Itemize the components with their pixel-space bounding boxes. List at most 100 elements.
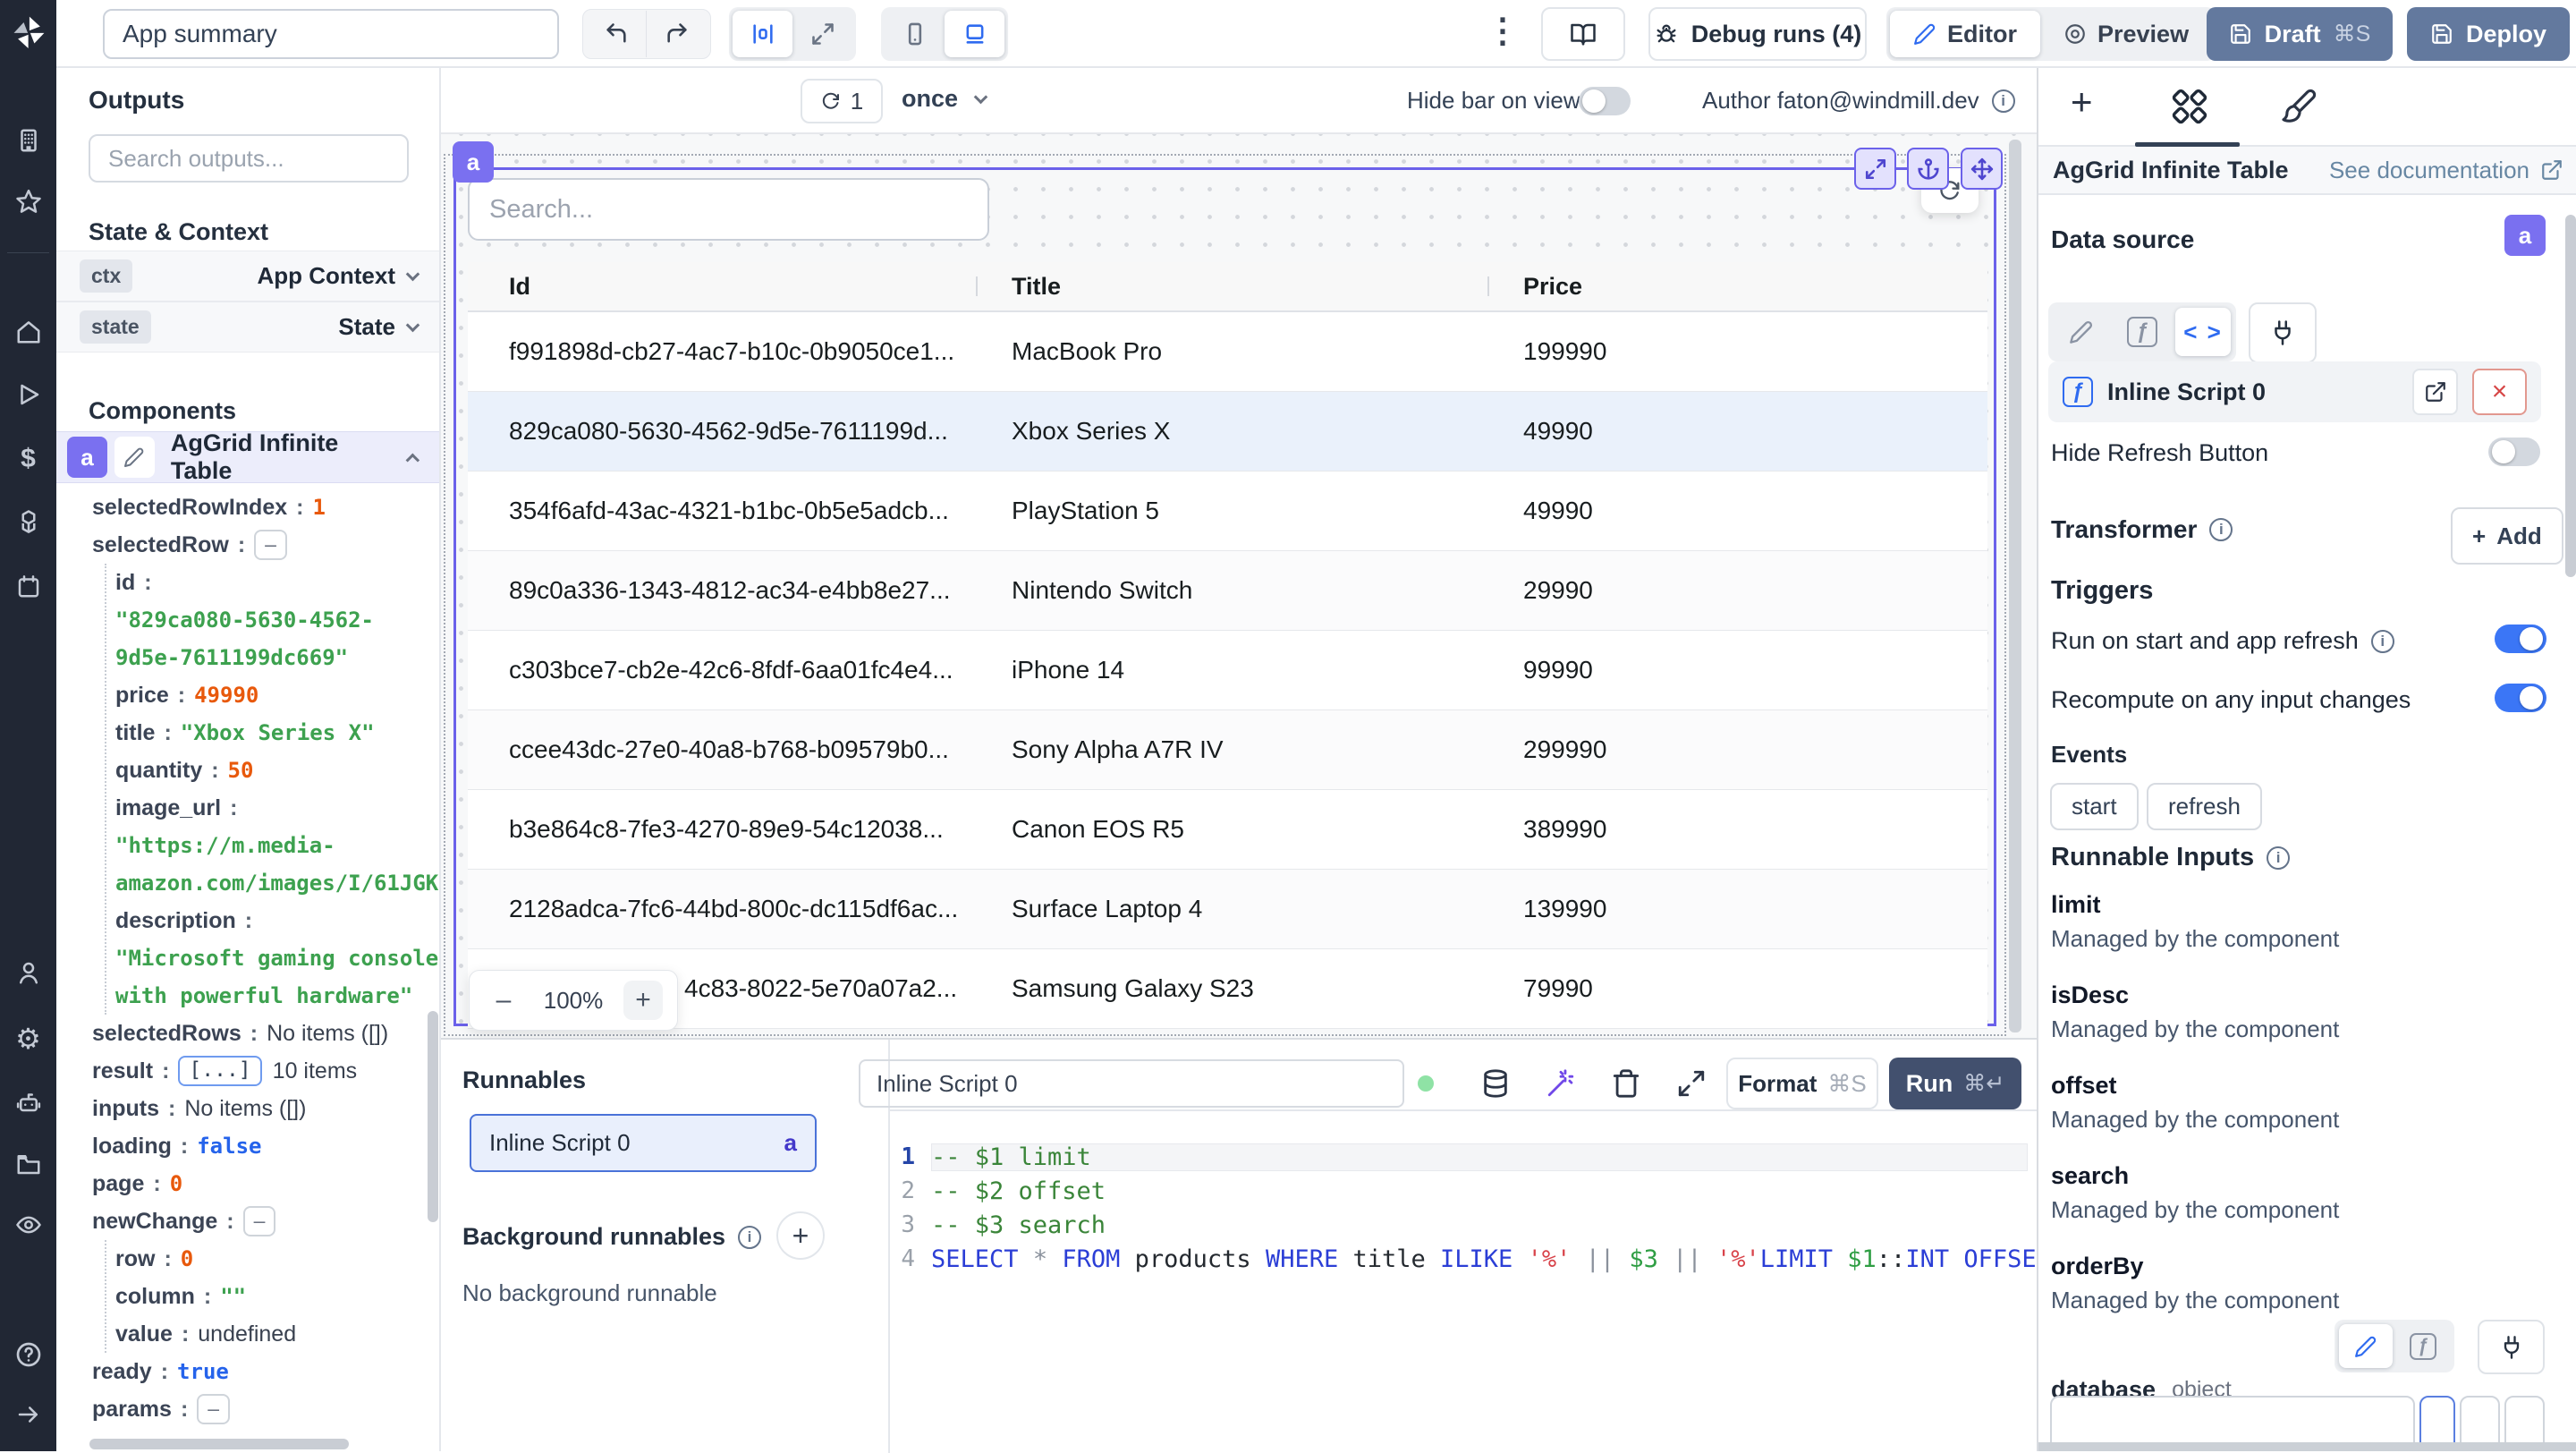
windmill-logo-icon[interactable]	[9, 13, 48, 52]
ai-wand-icon[interactable]	[1546, 1068, 1576, 1099]
rightpanel-scrollbar[interactable]	[2565, 215, 2576, 577]
tree-row[interactable]: ready: true	[56, 1353, 439, 1390]
tree-row[interactable]: page:0	[56, 1165, 439, 1202]
zoom-in-button[interactable]: +	[623, 981, 663, 1020]
tree-row[interactable]: params: –	[56, 1390, 439, 1428]
database-icon[interactable]	[1480, 1068, 1511, 1099]
info-icon[interactable]: i	[1991, 89, 2015, 113]
table-row[interactable]: 89c0a336-1343-4812-ac34-e4bb8e27... Ninte…	[468, 551, 1987, 631]
more-menu-kebab-icon[interactable]: ⋮	[1486, 11, 1520, 51]
expand-component-button[interactable]	[1854, 148, 1896, 190]
table-row[interactable]: 829ca080-5630-4562-9d5e-7611199d... Xbox …	[468, 392, 1987, 472]
runs-play-icon[interactable]	[15, 381, 42, 408]
tree-row[interactable]: row:0	[56, 1240, 439, 1278]
table-row[interactable]: 4c83-8022-5e70a07a2... Samsung Galaxy S23…	[468, 949, 1987, 1029]
tree-row[interactable]: with powerful hardware"	[56, 977, 439, 1015]
outputs-scrollbar[interactable]	[428, 1011, 438, 1222]
tab-editor[interactable]: Editor	[1890, 11, 2040, 57]
tree-row[interactable]: 9d5e-7611199dc669"	[56, 639, 439, 676]
tree-row[interactable]: loading: false	[56, 1127, 439, 1165]
code-line[interactable]: 2 -- $2 offset	[890, 1174, 2028, 1208]
move-component-button[interactable]	[1961, 148, 2003, 190]
table-header[interactable]: Id Title Price	[468, 262, 1987, 312]
chevron-up-icon[interactable]	[405, 453, 420, 467]
tree-row[interactable]: image_url:	[56, 789, 439, 827]
home-icon[interactable]	[15, 319, 42, 345]
tree-row[interactable]: price:49990	[56, 676, 439, 714]
debug-runs-button[interactable]: Debug runs (4)	[1648, 7, 1867, 61]
ctx-row[interactable]: ctx App Context	[56, 251, 439, 302]
fn-input-button[interactable]: ƒ	[2114, 308, 2170, 356]
script-name-input[interactable]: Inline Script 0	[859, 1059, 1404, 1108]
deploy-button[interactable]: Deploy	[2407, 7, 2570, 61]
trash-icon[interactable]	[1611, 1068, 1641, 1099]
table-row[interactable]: f991898d-cb27-4ac7-b10c-0b9050ce1... MacB…	[468, 312, 1987, 392]
code-line[interactable]: 1 -- $1 limit	[890, 1140, 2028, 1174]
code-line[interactable]: 4 SELECT * FROM products WHERE title ILIK…	[890, 1242, 2182, 1276]
tree-row[interactable]: description:	[56, 902, 439, 939]
draft-button[interactable]: Draft ⌘S	[2207, 7, 2393, 61]
audit-eye-icon[interactable]	[15, 1211, 42, 1238]
resources-cube-icon[interactable]	[15, 508, 42, 535]
ai-robot-icon[interactable]	[15, 1088, 42, 1115]
fullscreen-icon[interactable]	[1676, 1068, 1707, 1099]
canvas-grid[interactable]: a Search... Id Title Price f991898d-cb27…	[441, 134, 2037, 1038]
rightpanel-hscrollbar[interactable]	[2038, 1442, 2576, 1451]
add-background-runnable-button[interactable]: +	[776, 1211, 825, 1260]
tree-row[interactable]: value: undefined	[56, 1315, 439, 1353]
docs-book-button[interactable]	[1541, 7, 1625, 61]
run-button[interactable]: Run ⌘↵	[1889, 1058, 2021, 1109]
table-row[interactable]: c303bce7-cb2e-42c6-8fdf-6aa01fc4e4... iPh…	[468, 631, 1987, 710]
schedule-dropdown[interactable]: once	[902, 85, 988, 113]
event-chip-refresh[interactable]: refresh	[2147, 783, 2262, 830]
folders-icon[interactable]	[15, 1151, 42, 1177]
component-output-row[interactable]: a AgGrid Infinite Table	[56, 429, 439, 484]
format-button[interactable]: Format ⌘S	[1726, 1058, 1878, 1109]
mobile-view-button[interactable]	[885, 11, 945, 57]
open-script-button[interactable]	[2412, 369, 2458, 415]
table-row[interactable]: 2128adca-7fc6-44bd-800c-dc115df6ac... Sur…	[468, 870, 1987, 949]
settings-gear-icon[interactable]: ⚙	[15, 1022, 41, 1056]
sql-code-editor[interactable]: 1 -- $1 limit 2 -- $2 offset 3 -- $3 search 4 S…	[890, 1140, 2182, 1276]
tree-row[interactable]: newChange: –	[56, 1202, 439, 1240]
workspace-icon[interactable]	[15, 127, 42, 154]
rename-pencil-button[interactable]	[114, 437, 155, 478]
info-icon[interactable]: i	[2209, 518, 2233, 541]
tree-row[interactable]: "Microsoft gaming console	[56, 939, 439, 977]
add-transformer-button[interactable]: + Add	[2451, 507, 2563, 565]
tree-row[interactable]: "https://m.media-	[56, 827, 439, 864]
refresh-count-button[interactable]: 1	[801, 79, 883, 123]
favorites-star-icon[interactable]	[15, 188, 42, 215]
connect-plug-button[interactable]	[2249, 302, 2317, 363]
desktop-view-button[interactable]	[945, 11, 1004, 57]
remove-script-button[interactable]: ×	[2472, 369, 2527, 415]
search-outputs-input[interactable]: Search outputs...	[89, 134, 409, 183]
runnable-item-inline-script-0[interactable]: Inline Script 0 a	[470, 1114, 817, 1172]
static-pencil-button[interactable]	[2054, 308, 2109, 356]
hide-refresh-toggle[interactable]	[2488, 438, 2540, 466]
event-chip-start[interactable]: start	[2050, 783, 2139, 830]
run-on-start-toggle[interactable]	[2495, 625, 2546, 653]
eval-code-button[interactable]: < >	[2175, 308, 2231, 356]
table-search-input[interactable]: Search...	[468, 178, 989, 241]
data-source-script-row[interactable]: ƒ Inline Script 0 ×	[2048, 361, 2541, 422]
code-line[interactable]: 3 -- $3 search	[890, 1208, 2028, 1242]
tree-row[interactable]: selectedRow: –	[56, 526, 439, 564]
zoom-out-button[interactable]: –	[484, 981, 523, 1020]
tree-row[interactable]: quantity:50	[56, 752, 439, 789]
tree-row[interactable]: "829ca080-5630-4562-	[56, 601, 439, 639]
hide-bar-toggle[interactable]	[1579, 87, 1631, 115]
canvas-scrollbar[interactable]	[2009, 140, 2021, 1032]
column-header-title[interactable]: Title	[1012, 273, 1523, 301]
tree-row[interactable]: title: "Xbox Series X"	[56, 714, 439, 752]
table-row[interactable]: ccee43dc-27e0-40a8-b768-b09579b0... Sony …	[468, 710, 1987, 790]
undo-button[interactable]	[587, 11, 647, 57]
tree-expand-box[interactable]: –	[197, 1394, 231, 1424]
variables-dollar-icon[interactable]: $	[21, 444, 36, 474]
user-icon[interactable]	[15, 959, 42, 986]
tree-row[interactable]: selectedRowIndex:1	[56, 489, 439, 526]
full-width-button[interactable]	[792, 11, 852, 57]
column-header-price[interactable]: Price	[1523, 273, 1987, 301]
tab-preview[interactable]: Preview	[2040, 11, 2212, 57]
connect-plug-button[interactable]	[2478, 1320, 2545, 1374]
